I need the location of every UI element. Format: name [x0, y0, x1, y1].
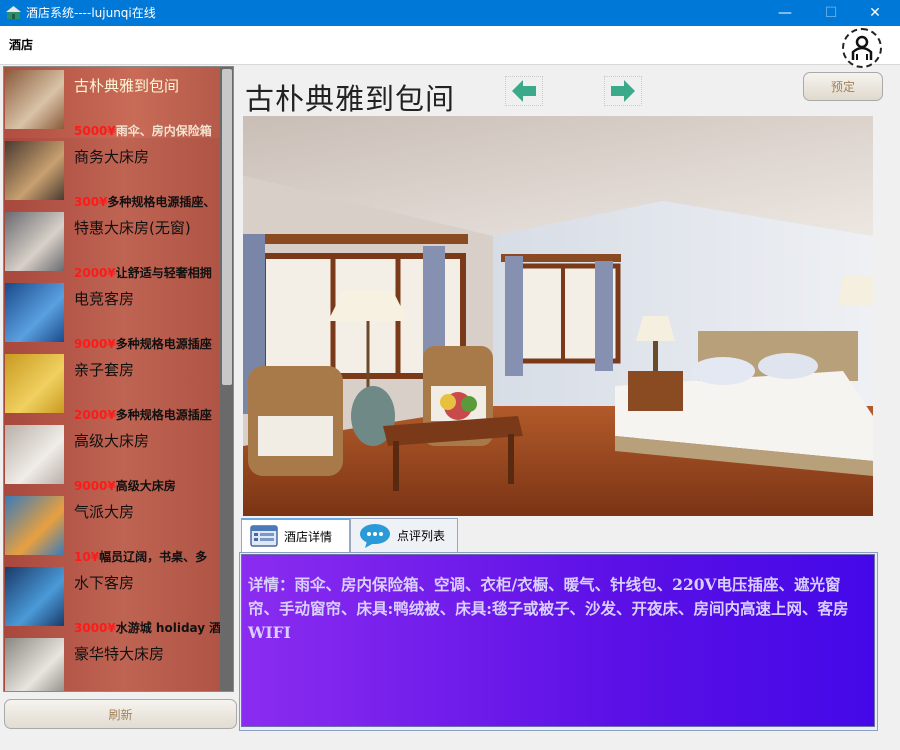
room-price: 5000¥: [74, 124, 116, 138]
room-list-item[interactable]: 电竞客房 9000¥多种规格电源插座: [4, 280, 220, 352]
list-scrollbar[interactable]: [220, 67, 233, 691]
arrow-right-icon: [611, 80, 635, 102]
arrow-left-icon: [512, 80, 536, 102]
room-thumbnail: [5, 638, 64, 691]
room-name: 古朴典雅到包间: [74, 77, 180, 95]
room-thumbnail: [5, 567, 64, 626]
room-title: 古朴典雅到包间: [245, 82, 456, 116]
room-short-desc: 让舒适与轻奢相拥: [115, 266, 212, 280]
room-description-box: 详情：雨伞、房内保险箱、空调、衣柜/衣橱、暖气、针线包、220V电压插座、遮光窗…: [241, 554, 875, 727]
room-thumbnail: [5, 425, 64, 484]
menu-item-hotel[interactable]: 酒店: [9, 36, 33, 53]
room-short-desc: 雨伞、房内保险箱: [115, 124, 212, 138]
tab-label: 酒店详情: [284, 529, 333, 544]
list-icon: [250, 525, 278, 547]
room-summary: 10¥幅员辽阔，书桌、多: [74, 548, 220, 565]
room-thumbnail: [5, 141, 64, 200]
title-bar: 酒店系统----lujunqi在线 — ☐ ✕: [0, 0, 900, 26]
prev-room-button[interactable]: [505, 76, 543, 106]
room-short-desc: 多种规格电源插座、: [107, 195, 216, 209]
refresh-button[interactable]: 刷新: [4, 699, 237, 729]
room-price: 3000¥: [74, 621, 116, 635]
room-thumbnail: [5, 283, 64, 342]
room-thumbnail: [5, 354, 64, 413]
room-photo: [243, 116, 873, 516]
room-list: 古朴典雅到包间 5000¥雨伞、房内保险箱 商务大床房 300¥多种规格电源插座、 特惠…: [3, 66, 234, 692]
room-price: 2000¥: [74, 408, 116, 422]
minimize-button[interactable]: —: [762, 0, 808, 26]
room-summary: 300¥多种规格电源插座、: [74, 193, 220, 210]
room-name: 气派大房: [74, 503, 135, 521]
room-short-desc: 多种规格电源插座: [115, 337, 212, 351]
tab-hotel-details[interactable]: 酒店详情: [241, 518, 350, 552]
room-price: 9000¥: [74, 479, 116, 493]
room-summary: 3000¥水游城 holiday 酒店: [74, 619, 220, 636]
room-name: 亲子套房: [74, 361, 135, 379]
room-summary: 9000¥高级大床房: [74, 477, 220, 494]
room-name: 高级大床房: [74, 432, 150, 450]
room-short-desc: 多种规格电源插座: [115, 408, 212, 422]
room-description: 详情：雨伞、房内保险箱、空调、衣柜/衣橱、暖气、针线包、220V电压插座、遮光窗…: [248, 575, 849, 642]
room-thumbnail: [5, 70, 64, 129]
room-list-item[interactable]: 高级大床房 9000¥高级大床房: [4, 422, 220, 494]
room-list-item[interactable]: 豪华特大床房: [4, 635, 220, 691]
next-room-button[interactable]: [604, 76, 642, 106]
tab-label: 点评列表: [397, 529, 446, 543]
room-name: 电竞客房: [74, 290, 135, 308]
room-list-item[interactable]: 气派大房 10¥幅员辽阔，书桌、多: [4, 493, 220, 565]
window-title: 酒店系统----lujunqi在线: [26, 6, 156, 20]
hotel-app-icon: [6, 5, 21, 20]
avatar[interactable]: [842, 28, 882, 68]
room-short-desc: 水游城 holiday 酒店: [115, 621, 220, 635]
room-name: 商务大床房: [74, 148, 150, 166]
room-thumbnail: [5, 496, 64, 555]
room-price: 9000¥: [74, 337, 116, 351]
menu-bar: 酒店: [0, 26, 900, 68]
room-price: 300¥: [74, 195, 108, 209]
book-button[interactable]: 预定: [803, 72, 883, 101]
scrollbar-thumb[interactable]: [222, 69, 232, 385]
room-list-item[interactable]: 亲子套房 2000¥多种规格电源插座: [4, 351, 220, 423]
room-list-item[interactable]: 水下客房 3000¥水游城 holiday 酒店: [4, 564, 220, 636]
room-short-desc: 高级大床房: [115, 479, 176, 493]
room-summary: 9000¥多种规格电源插座: [74, 335, 220, 352]
room-thumbnail: [5, 212, 64, 271]
room-summary: 2000¥多种规格电源插座: [74, 406, 220, 423]
room-name: 豪华特大床房: [74, 645, 165, 663]
room-summary: 5000¥雨伞、房内保险箱: [74, 122, 220, 139]
room-list-item[interactable]: 古朴典雅到包间 5000¥雨伞、房内保险箱: [4, 67, 220, 139]
room-short-desc: 幅员辽阔，书桌、多: [99, 550, 208, 564]
close-button[interactable]: ✕: [852, 0, 898, 26]
room-list-item[interactable]: 商务大床房 300¥多种规格电源插座、: [4, 138, 220, 210]
tab-review-list[interactable]: 点评列表: [350, 518, 458, 552]
room-list-item[interactable]: 特惠大床房(无窗) 2000¥让舒适与轻奢相拥: [4, 209, 220, 281]
room-name: 水下客房: [74, 574, 135, 592]
room-summary: 2000¥让舒适与轻奢相拥: [74, 264, 220, 281]
room-name: 特惠大床房(无窗): [74, 219, 191, 237]
chat-bubble-icon: [360, 523, 390, 548]
room-price: 10¥: [74, 550, 100, 564]
room-price: 2000¥: [74, 266, 116, 280]
maximize-button: ☐: [824, 5, 838, 21]
